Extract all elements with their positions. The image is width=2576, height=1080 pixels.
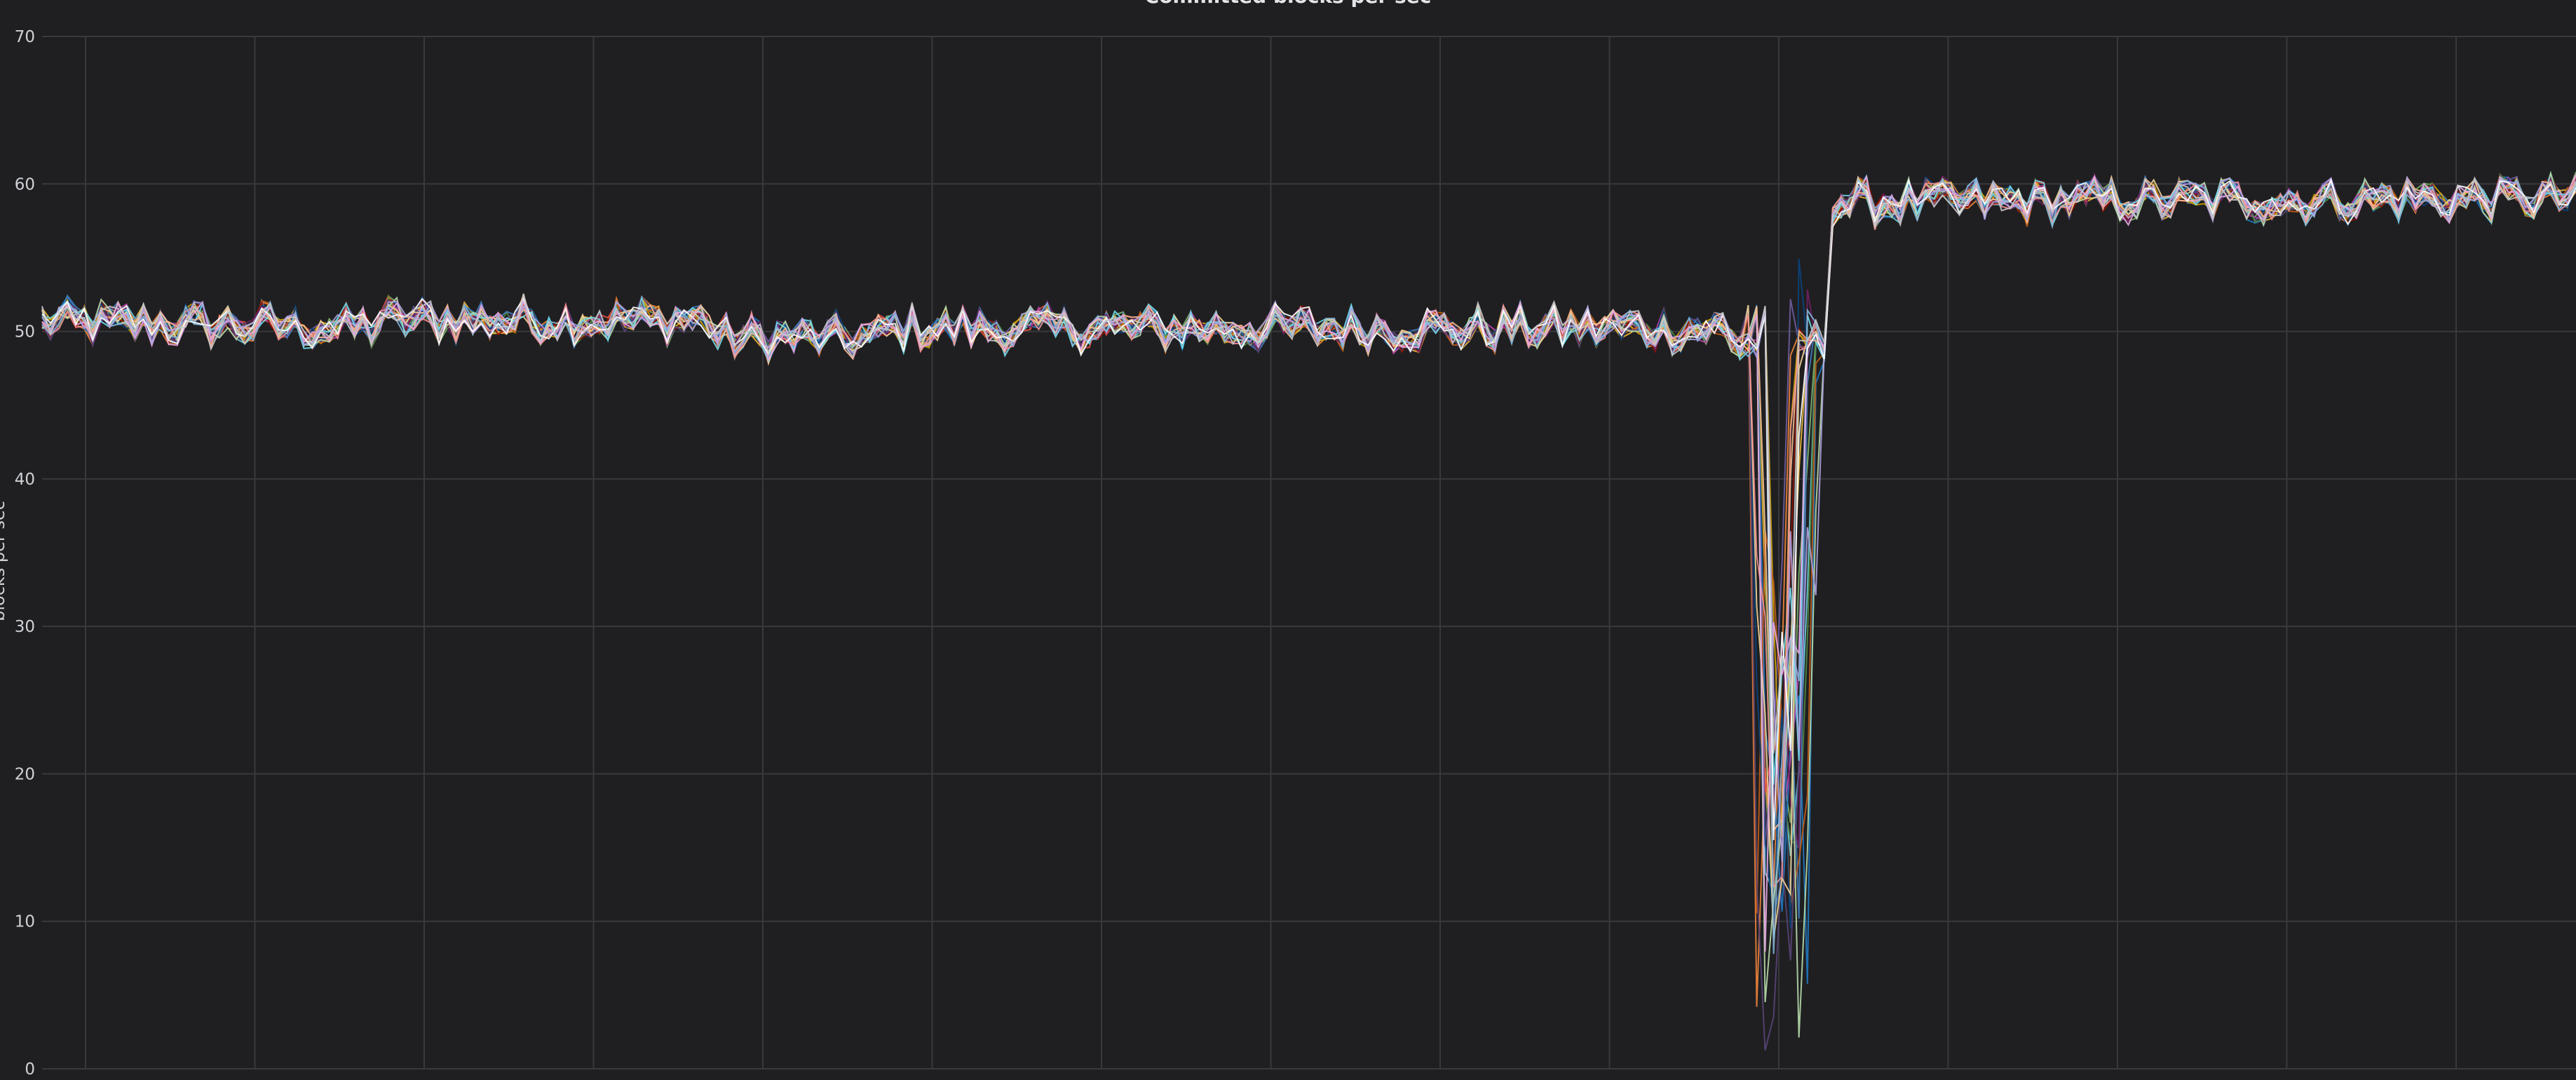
series-line — [41, 173, 2576, 929]
y-tick-label: 60 — [15, 175, 35, 194]
y-tick-label: 50 — [15, 323, 35, 342]
graph-panel: 0 10 20 30 40 50 60 70 Committed blocks per sec… — [0, 0, 2576, 1080]
y-axis-ticks: 0 10 20 30 40 50 60 70 — [15, 28, 35, 1079]
series-line — [41, 176, 2576, 914]
series-line — [41, 173, 2576, 793]
series-line — [41, 173, 2576, 828]
series-line — [41, 176, 2576, 837]
series-line — [41, 175, 2576, 945]
series-line — [41, 175, 2576, 785]
y-tick-label: 20 — [15, 765, 35, 783]
series-line — [41, 175, 2576, 889]
series-lines — [41, 170, 2576, 1051]
chart-svg: 0 10 20 30 40 50 60 70 Committed blocks per sec… — [0, 0, 2576, 1079]
series-line — [41, 171, 2576, 919]
y-axis-label: blocks per sec — [0, 501, 8, 621]
series-line — [41, 175, 2576, 862]
series-line — [41, 172, 2576, 849]
series-line — [41, 170, 2576, 919]
series-line — [41, 176, 2576, 797]
series-line — [41, 174, 2576, 952]
y-tick-label: 70 — [15, 28, 35, 46]
series-line — [41, 171, 2576, 919]
y-tick-label: 40 — [15, 471, 35, 489]
series-line — [41, 177, 2576, 954]
series-line — [41, 174, 2576, 846]
chart-title: Committed blocks per sec — [1145, 0, 1432, 8]
series-line — [41, 174, 2576, 892]
series-line — [41, 175, 2576, 754]
y-tick-label: 10 — [15, 913, 35, 931]
series-line — [41, 178, 2576, 841]
y-tick-label: 0 — [25, 1060, 35, 1079]
y-tick-label: 30 — [15, 618, 35, 636]
series-line — [41, 175, 2576, 939]
series-line — [41, 174, 2576, 832]
series-line — [41, 170, 2576, 1038]
